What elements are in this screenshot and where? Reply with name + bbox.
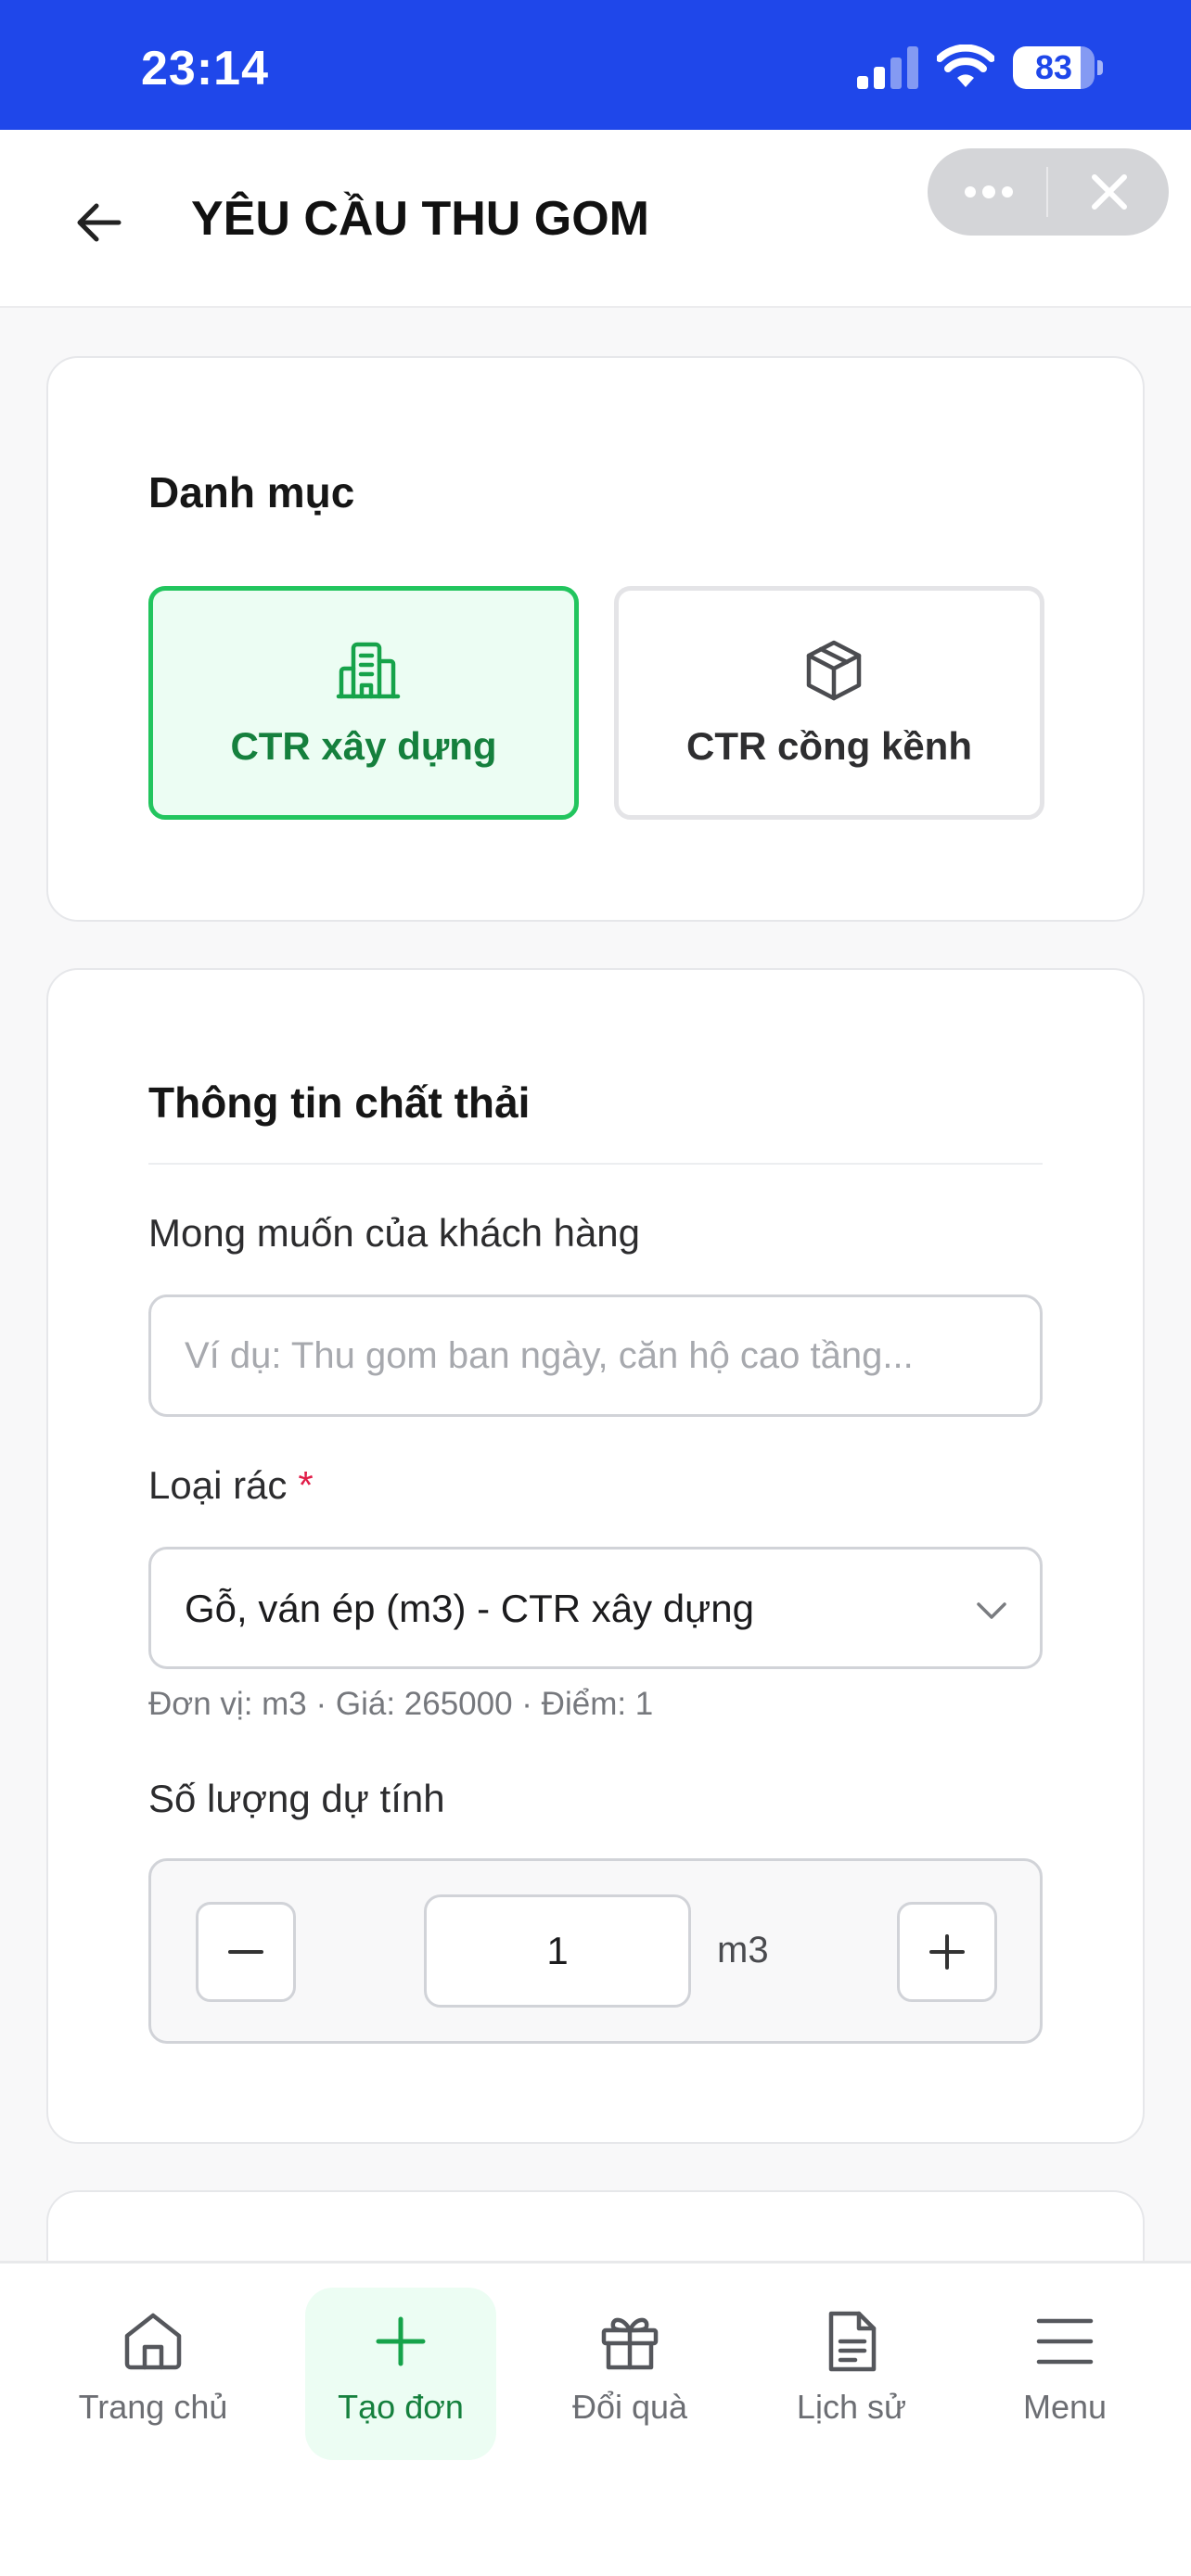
- chevron-down-icon: [977, 1602, 1006, 1619]
- waste-type-value: Gỗ, ván ép (m3) - CTR xây dựng: [185, 1587, 754, 1630]
- waste-type-select[interactable]: Gỗ, ván ép (m3) - CTR xây dựng: [148, 1547, 1043, 1669]
- nav-create-order[interactable]: Tạo đơn: [305, 2288, 496, 2460]
- back-arrow-icon[interactable]: [67, 189, 134, 256]
- minus-icon: [228, 1950, 263, 1954]
- category-title: Danh mục: [148, 468, 355, 516]
- nav-history[interactable]: Lịch sử: [756, 2288, 947, 2460]
- battery-icon: 83: [1013, 46, 1103, 89]
- nav-label: Đổi quà: [571, 2388, 688, 2426]
- package-icon: [806, 640, 862, 701]
- battery-level: 83: [1034, 48, 1073, 86]
- category-card: Danh mục CTR xây dựng CTR cồng kềnh: [46, 356, 1145, 922]
- nav-redeem-gift[interactable]: Đổi quà: [534, 2288, 725, 2460]
- decrease-button[interactable]: [196, 1902, 296, 2002]
- nav-label: Trang chủ: [78, 2388, 228, 2426]
- quantity-input[interactable]: [424, 1894, 691, 2008]
- document-icon: [828, 2311, 877, 2372]
- status-bar: 23:14 83: [0, 0, 1191, 130]
- nav-menu[interactable]: Menu: [969, 2288, 1160, 2460]
- section-divider: [148, 1163, 1043, 1165]
- quantity-label: Số lượng dự tính: [148, 1777, 445, 1820]
- nav-label: Lịch sử: [796, 2388, 907, 2426]
- category-label: CTR xây dựng: [230, 724, 497, 768]
- waste-info-title: Thông tin chất thải: [148, 1078, 531, 1127]
- customer-wish-input[interactable]: [148, 1294, 1043, 1417]
- quantity-unit: m3: [717, 1930, 769, 1970]
- required-marker: *: [298, 1463, 314, 1507]
- page-title: YÊU CẦU THU GOM: [191, 192, 649, 246]
- wifi-icon: [937, 45, 994, 87]
- quantity-stepper: m3: [148, 1858, 1043, 2044]
- menu-icon: [1036, 2318, 1094, 2365]
- cellular-signal-icon: [857, 46, 918, 89]
- more-options-icon[interactable]: [928, 148, 1046, 236]
- building-icon: [336, 642, 401, 699]
- waste-type-label: Loại rác *: [148, 1463, 314, 1508]
- status-time: 23:14: [141, 42, 269, 96]
- gift-icon: [601, 2317, 659, 2370]
- capsule-divider: [1046, 167, 1048, 217]
- plus-icon: [929, 1934, 965, 1970]
- mini-app-capsule: [928, 148, 1169, 236]
- category-option-construction[interactable]: CTR xây dựng: [148, 586, 579, 820]
- category-option-bulky[interactable]: CTR cồng kềnh: [614, 586, 1044, 820]
- nav-home[interactable]: Trang chủ: [58, 2288, 249, 2460]
- home-icon: [124, 2313, 182, 2370]
- category-label: CTR cồng kềnh: [685, 724, 972, 768]
- wish-label: Mong muốn của khách hàng: [148, 1211, 641, 1255]
- nav-label: Tạo đơn: [338, 2388, 464, 2426]
- nav-label: Menu: [1022, 2388, 1108, 2426]
- close-icon[interactable]: [1050, 148, 1169, 236]
- waste-info-card: Thông tin chất thải Mong muốn của khách …: [46, 968, 1145, 2144]
- waste-type-helper: Đơn vị: m3 · Giá: 265000 · Điểm: 1: [148, 1686, 654, 1722]
- waste-type-label-text: Loại rác: [148, 1463, 288, 1507]
- plus-icon: [376, 2316, 426, 2366]
- bottom-navigation: Trang chủ Tạo đơn Đổi quà Lịch sử Menu: [0, 2261, 1191, 2576]
- app-header: YÊU CẦU THU GOM: [0, 130, 1191, 308]
- increase-button[interactable]: [897, 1902, 997, 2002]
